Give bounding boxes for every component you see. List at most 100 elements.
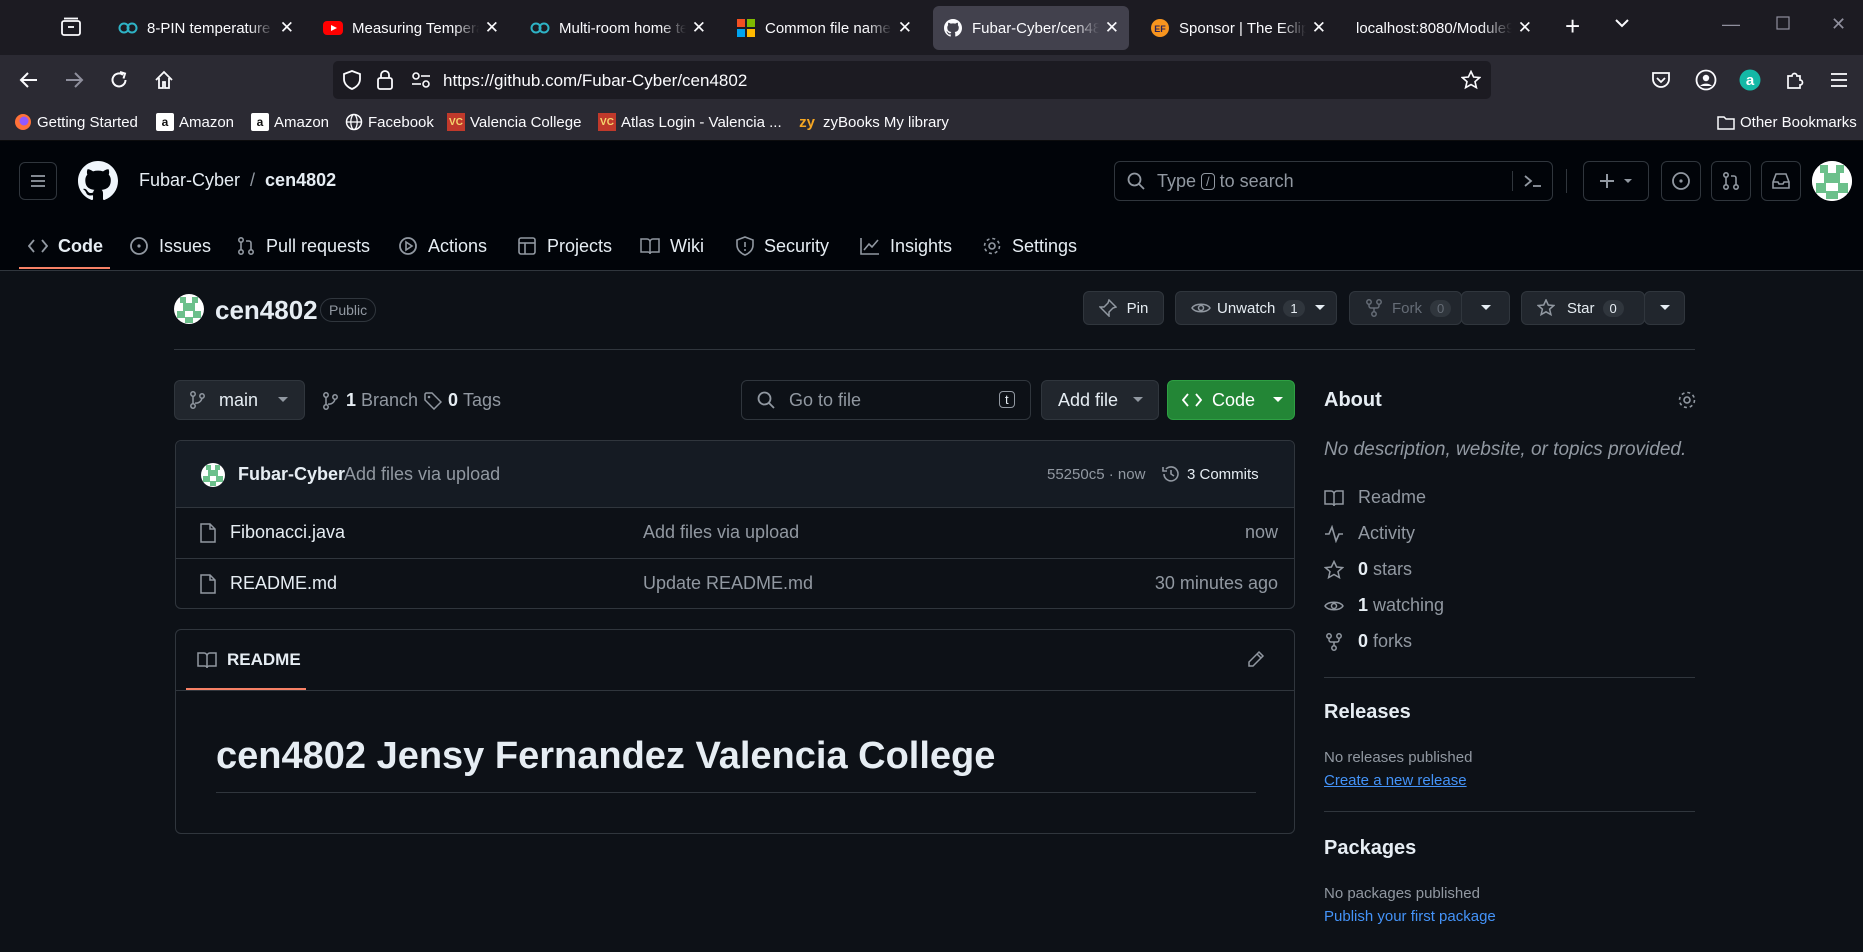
maximize-window-icon[interactable] bbox=[1776, 16, 1790, 30]
commit-message[interactable]: Add files via upload bbox=[344, 464, 500, 485]
tags-link[interactable]: 0 Tags bbox=[424, 390, 501, 411]
tab-2[interactable]: Measuring Tempera ✕ bbox=[313, 6, 509, 50]
url-bar[interactable]: https://github.com/Fubar-Cyber/cen4802 bbox=[333, 61, 1491, 99]
readme-tab[interactable]: README bbox=[197, 650, 301, 670]
tab-wiki[interactable]: Wiki bbox=[640, 221, 704, 271]
breadcrumb-owner[interactable]: Fubar-Cyber bbox=[139, 170, 240, 191]
tab-overflow-chevron-icon[interactable] bbox=[1614, 18, 1630, 28]
tab-code[interactable]: Code bbox=[28, 221, 103, 271]
back-arrow-icon[interactable] bbox=[15, 66, 43, 94]
add-file-button[interactable]: Add file bbox=[1041, 380, 1159, 420]
fork-button[interactable]: Fork 0 bbox=[1349, 291, 1462, 325]
star-button[interactable]: Star 0 bbox=[1521, 291, 1645, 325]
bookmark-amazon-2[interactable]: a Amazon bbox=[251, 113, 329, 131]
branches-link[interactable]: 1 Branch bbox=[322, 390, 418, 411]
create-release-link[interactable]: Create a new release bbox=[1324, 772, 1467, 789]
star-dropdown-button[interactable] bbox=[1644, 291, 1685, 325]
tab-settings[interactable]: Settings bbox=[982, 221, 1077, 271]
tab-6[interactable]: EF Sponsor | The Eclips ✕ bbox=[1140, 6, 1336, 50]
bookmark-zybooks[interactable]: zy zyBooks My library bbox=[796, 113, 949, 131]
commit-hash-time[interactable]: 55250c5 · now bbox=[1047, 466, 1145, 483]
other-bookmarks[interactable]: Other Bookmarks bbox=[1717, 113, 1857, 131]
bookmark-facebook[interactable]: Facebook bbox=[345, 113, 434, 131]
close-tab-icon[interactable]: ✕ bbox=[280, 18, 294, 38]
file-name[interactable]: README.md bbox=[230, 573, 337, 594]
url-text[interactable]: https://github.com/Fubar-Cyber/cen4802 bbox=[443, 71, 747, 91]
tab-1[interactable]: 8-PIN temperature s ✕ bbox=[108, 6, 304, 50]
table-row[interactable]: README.md Update README.md 30 minutes ag… bbox=[176, 558, 1294, 608]
tab-4[interactable]: Common file name ✕ bbox=[726, 6, 922, 50]
bookmark-amazon-1[interactable]: a Amazon bbox=[156, 113, 234, 131]
list-all-tabs-icon[interactable] bbox=[60, 16, 82, 38]
packages-title[interactable]: Packages bbox=[1324, 837, 1416, 860]
about-watching-link[interactable]: 1 watching bbox=[1324, 595, 1444, 616]
go-to-file-input[interactable]: Go to file t bbox=[741, 380, 1031, 420]
amazon-assistant-icon[interactable]: a bbox=[1736, 66, 1764, 94]
releases-title[interactable]: Releases bbox=[1324, 701, 1411, 724]
avatar[interactable] bbox=[1812, 161, 1852, 201]
repo-owner-avatar[interactable] bbox=[174, 294, 204, 324]
fork-dropdown-button[interactable] bbox=[1461, 291, 1510, 325]
code-button[interactable]: Code bbox=[1167, 380, 1295, 420]
global-menu-hamburger-icon[interactable] bbox=[19, 162, 57, 200]
search-input[interactable]: Type / to search bbox=[1114, 161, 1553, 201]
bookmark-star-icon[interactable] bbox=[1461, 70, 1481, 90]
issues-icon[interactable] bbox=[1661, 161, 1701, 201]
new-tab-plus-icon[interactable]: + bbox=[1565, 12, 1580, 40]
home-icon[interactable] bbox=[150, 66, 178, 94]
close-tab-icon[interactable]: ✕ bbox=[1518, 18, 1532, 38]
bookmark-atlas-login[interactable]: VC Atlas Login - Valencia ... bbox=[598, 113, 782, 131]
about-activity-link[interactable]: Activity bbox=[1324, 523, 1415, 544]
extensions-puzzle-icon[interactable] bbox=[1781, 66, 1809, 94]
commit-author-avatar[interactable] bbox=[201, 463, 225, 487]
about-readme-link[interactable]: Readme bbox=[1324, 487, 1426, 508]
tab-5-active[interactable]: Fubar-Cyber/cen480 ✕ bbox=[933, 6, 1129, 50]
tab-issues[interactable]: Issues bbox=[129, 221, 211, 271]
file-name[interactable]: Fibonacci.java bbox=[230, 522, 345, 543]
edit-readme-pencil-icon[interactable] bbox=[1247, 650, 1265, 668]
permissions-icon[interactable] bbox=[411, 72, 431, 88]
about-stars-link[interactable]: 0 stars bbox=[1324, 559, 1412, 580]
close-tab-icon[interactable]: ✕ bbox=[1105, 18, 1119, 38]
table-row[interactable]: Fibonacci.java Add files via upload now bbox=[176, 507, 1294, 557]
branch-select-button[interactable]: main bbox=[174, 380, 305, 420]
forward-arrow-icon[interactable] bbox=[60, 66, 88, 94]
github-logo-icon[interactable] bbox=[78, 161, 118, 201]
tab-7[interactable]: localhost:8080/Module9 ✕ bbox=[1346, 6, 1542, 50]
close-tab-icon[interactable]: ✕ bbox=[898, 18, 912, 38]
tab-pull-requests[interactable]: Pull requests bbox=[236, 221, 370, 271]
tracking-protection-shield-icon[interactable] bbox=[343, 70, 361, 90]
lock-icon[interactable] bbox=[377, 70, 393, 90]
about-settings-gear-icon[interactable] bbox=[1677, 390, 1697, 410]
about-forks-link[interactable]: 0 forks bbox=[1324, 631, 1412, 652]
reload-icon[interactable] bbox=[105, 66, 133, 94]
publish-package-link[interactable]: Publish your first package bbox=[1324, 908, 1496, 925]
close-window-icon[interactable]: ✕ bbox=[1831, 14, 1846, 35]
tab-3[interactable]: Multi-room home te ✕ bbox=[520, 6, 716, 50]
inbox-icon[interactable] bbox=[1761, 161, 1801, 201]
create-new-button[interactable] bbox=[1583, 161, 1649, 201]
commit-author[interactable]: Fubar-Cyber bbox=[238, 464, 345, 485]
unwatch-button[interactable]: Unwatch 1 bbox=[1175, 291, 1337, 325]
file-commit-message[interactable]: Update README.md bbox=[643, 573, 813, 594]
account-icon[interactable] bbox=[1692, 66, 1720, 94]
close-tab-icon[interactable]: ✕ bbox=[692, 18, 706, 38]
minimize-window-icon[interactable]: — bbox=[1722, 14, 1740, 35]
command-palette-icon[interactable] bbox=[1512, 171, 1543, 191]
pocket-icon[interactable] bbox=[1647, 66, 1675, 94]
tab-actions[interactable]: Actions bbox=[398, 221, 487, 271]
breadcrumb-repo[interactable]: cen4802 bbox=[265, 170, 336, 191]
tab-projects[interactable]: Projects bbox=[517, 221, 612, 271]
close-tab-icon[interactable]: ✕ bbox=[1312, 18, 1326, 38]
tab-security[interactable]: Security bbox=[736, 221, 829, 271]
commits-history-link[interactable]: 3 Commits bbox=[1161, 464, 1259, 484]
hamburger-menu-icon[interactable] bbox=[1825, 66, 1853, 94]
tab-insights[interactable]: Insights bbox=[860, 221, 952, 271]
pin-button[interactable]: Pin bbox=[1083, 291, 1164, 325]
repo-name-heading[interactable]: cen4802 bbox=[215, 295, 318, 326]
bookmark-valencia-college[interactable]: VC Valencia College bbox=[447, 113, 581, 131]
bookmark-getting-started[interactable]: Getting Started bbox=[14, 113, 138, 131]
file-commit-message[interactable]: Add files via upload bbox=[643, 522, 799, 543]
pull-requests-icon[interactable] bbox=[1711, 161, 1751, 201]
close-tab-icon[interactable]: ✕ bbox=[485, 18, 499, 38]
